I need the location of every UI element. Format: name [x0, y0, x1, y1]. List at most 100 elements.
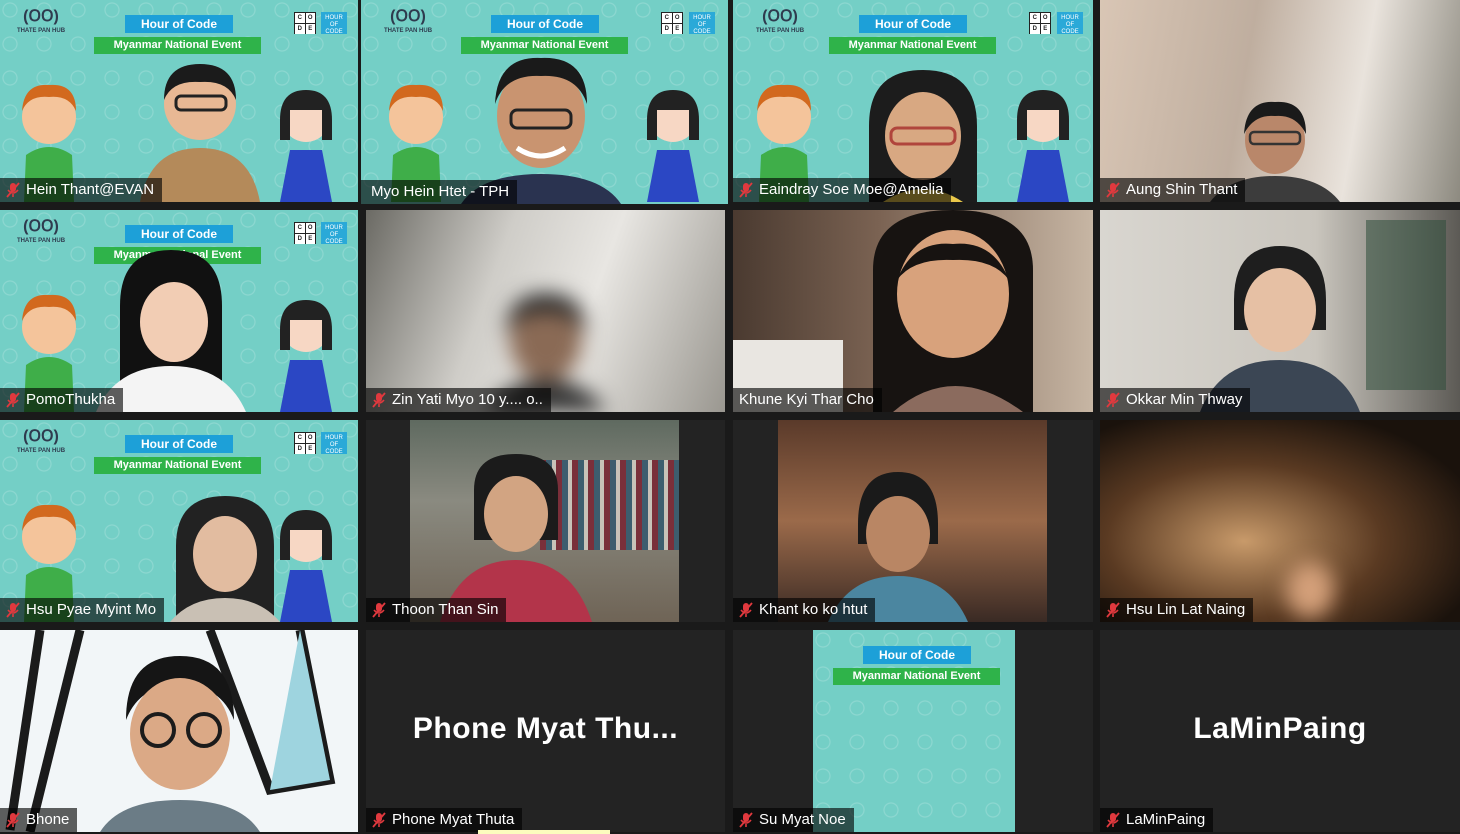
hour-of-code-badge: Hour of Code [125, 15, 233, 33]
participant-tile-active-speaker[interactable]: (ᱛᱛ) THATE PAN HUB Hour of Code Myanmar N… [361, 0, 728, 204]
muted-mic-icon [372, 392, 386, 408]
participant-name: Myo Hein Htet - TPH [371, 183, 510, 200]
participant-tile[interactable]: (ᱛᱛ)THATE PAN HUB Hour of Code Myanmar N… [733, 0, 1093, 202]
participant-name: LaMinPaing [1126, 811, 1206, 828]
thate-pan-hub-logo: (ᱛᱛ) THATE PAN HUB [377, 8, 439, 38]
muted-mic-icon [739, 182, 753, 198]
event-subtitle: Myanmar National Event [833, 668, 1000, 685]
code-letter: O [305, 13, 315, 23]
participant-nameplate: Hsu Pyae Myint Mo [0, 598, 165, 622]
muted-mic-icon [1106, 182, 1120, 198]
logo-text: THATE PAN HUB [383, 28, 433, 34]
participant-name: Su Myat Noe [759, 811, 846, 828]
participant-name: Phone Myat Thuta [392, 811, 515, 828]
participant-nameplate: Bhone [0, 808, 78, 832]
participant-name: Okkar Min Thway [1126, 391, 1243, 408]
muted-mic-icon [1106, 602, 1120, 618]
logo-text: THATE PAN HUB [16, 28, 66, 34]
code-letter: O [672, 13, 682, 23]
code-letter: E [305, 444, 315, 454]
participant-person [100, 656, 260, 832]
code-letter: E [672, 24, 682, 34]
participant-tile-video-off[interactable]: LaMinPaing LaMinPaing [1100, 630, 1460, 832]
hour-of-code-badge: Hour of Code [125, 225, 233, 243]
participant-person [1286, 562, 1334, 618]
participant-nameplate: PomoThukha [0, 388, 124, 412]
participant-video [778, 420, 1047, 622]
hour-of-code-logo: HOUR OF CODE [1057, 12, 1083, 35]
participant-tile[interactable]: Okkar Min Thway [1100, 210, 1460, 412]
muted-mic-icon [739, 602, 753, 618]
participant-video [0, 630, 358, 832]
participant-nameplate: Thoon Than Sin [366, 598, 507, 622]
code-org-logo: CODE [294, 12, 316, 34]
participant-tile[interactable]: (ᱛᱛ) THATE PAN HUB Hour of Code Myanmar N… [0, 420, 358, 622]
code-letter: O [1040, 13, 1050, 23]
participant-name: Eaindray Soe Moe@Amelia [759, 181, 944, 198]
video-grid: (ᱛᱛ) THATE PAN HUB Hour of Code Myanmar N… [0, 0, 1460, 834]
participant-nameplate: LaMinPaing [1100, 808, 1214, 832]
participant-tile[interactable]: (ᱛᱛ)THATE PAN HUB Hour of Code Myanmar N… [0, 210, 358, 412]
participant-nameplate: Okkar Min Thway [1100, 388, 1251, 412]
hour-of-code-logo: HOUR OF CODE [321, 432, 347, 455]
participant-name: Bhone [26, 811, 70, 828]
code-letter: C [295, 13, 305, 23]
participant-name: PomoThukha [26, 391, 116, 408]
participant-nameplate: Khant ko ko htut [733, 598, 876, 622]
event-subtitle: Myanmar National Event [94, 457, 261, 474]
code-org-logo: CODE [294, 432, 316, 454]
participant-video [1100, 420, 1460, 622]
code-letter: D [662, 24, 672, 34]
logo-text: THATE PAN HUB [16, 448, 66, 454]
hour-of-code-badge: Hour of Code [491, 15, 599, 33]
muted-mic-icon [6, 812, 20, 828]
thate-pan-hub-logo: (ᱛᱛ) THATE PAN HUB [749, 9, 811, 38]
participant-nameplate: Khune Kyi Thar Cho [733, 388, 882, 412]
participant-tile[interactable]: Khant ko ko htut [733, 420, 1093, 622]
thate-pan-hub-logo: (ᱛᱛ) THATE PAN HUB [10, 428, 72, 458]
code-org-logo: CODE [661, 12, 683, 34]
hour-of-code-badge: Hour of Code [125, 435, 233, 453]
participant-tile[interactable]: (ᱛᱛ)THATE PAN HUB Hour of Code Myanmar N… [0, 0, 358, 202]
cartoon-girl-icon [647, 90, 699, 202]
participant-nameplate: Myo Hein Htet - TPH [361, 180, 518, 204]
participant-tile[interactable]: Aung Shin Thant [1100, 0, 1460, 202]
participant-tile[interactable]: Thoon Than Sin [366, 420, 725, 622]
participant-nameplate: Aung Shin Thant [1100, 178, 1246, 202]
speaker-indicator-bar [478, 830, 610, 834]
participant-tile-video-off[interactable]: Phone Myat Thu... Phone Myat Thuta [366, 630, 725, 832]
muted-mic-icon [1106, 812, 1120, 828]
hour-of-code-badge: Hour of Code [863, 646, 971, 664]
participant-nameplate: Su Myat Noe [733, 808, 854, 832]
participant-tile[interactable]: Khune Kyi Thar Cho [733, 210, 1093, 412]
participant-tile[interactable]: Hour of Code Myanmar National Event Su M… [733, 630, 1093, 832]
muted-mic-icon [739, 812, 753, 828]
cartoon-girl-icon [280, 90, 332, 202]
participant-display-name: Phone Myat Thu... [412, 712, 679, 745]
participant-video: (ᱛᱛ)THATE PAN HUB Hour of Code Myanmar N… [0, 0, 358, 202]
participant-tile[interactable]: Hsu Lin Lat Naing [1100, 420, 1460, 622]
participant-tile[interactable]: Bhone [0, 630, 358, 832]
participant-nameplate: Hsu Lin Lat Naing [1100, 598, 1254, 622]
thate-pan-hub-logo: (ᱛᱛ) THATE PAN HUB [10, 218, 72, 248]
code-letter: D [295, 24, 305, 34]
logo-text: THATE PAN HUB [16, 238, 66, 244]
logo-glyph: (ᱛᱛ) [23, 218, 59, 235]
participant-name: Khune Kyi Thar Cho [739, 391, 874, 408]
plants [1366, 220, 1446, 390]
participant-name: Khant ko ko htut [759, 601, 868, 618]
code-letter: E [1040, 24, 1050, 34]
code-letter: D [1030, 24, 1040, 34]
logo-glyph: (ᱛᱛ) [390, 8, 426, 25]
participant-tile[interactable]: Zin Yati Myo 10 y.... o.. [366, 210, 725, 412]
muted-mic-icon [6, 182, 20, 198]
hour-of-code-logo: HOUR OF CODE [321, 222, 347, 245]
participant-name: Hsu Pyae Myint Mo [26, 601, 157, 618]
muted-mic-icon [6, 392, 20, 408]
participant-video: (ᱛᱛ)THATE PAN HUB Hour of Code Myanmar N… [0, 210, 358, 412]
participant-video [1100, 0, 1460, 202]
logo-glyph: (ᱛᱛ) [23, 428, 59, 445]
code-letter: C [295, 433, 305, 443]
code-letter: C [662, 13, 672, 23]
code-letter: E [305, 24, 315, 34]
